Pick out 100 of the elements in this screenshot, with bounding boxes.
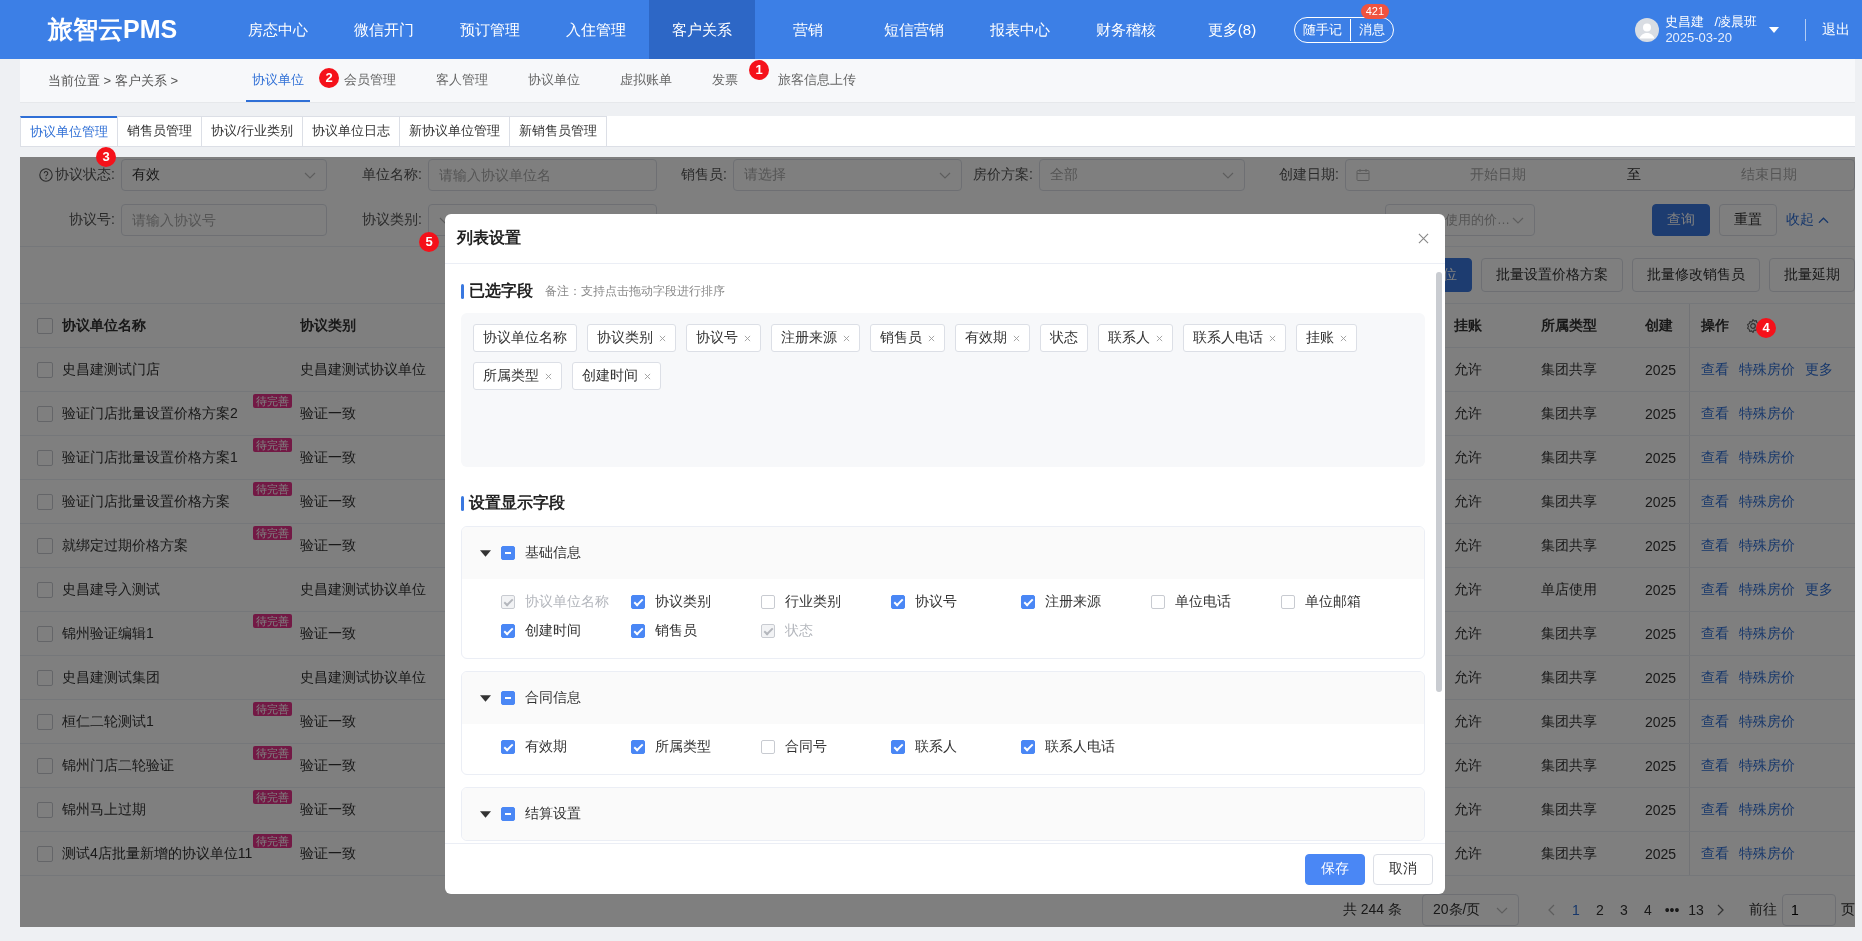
row-action-link[interactable]: 特殊房价: [1739, 536, 1795, 555]
field-chip[interactable]: 所属类型: [473, 362, 562, 390]
logout-link[interactable]: 退出: [1822, 20, 1850, 39]
nav-menu-item[interactable]: 入住管理: [543, 0, 649, 59]
close-icon[interactable]: [843, 334, 850, 342]
field-chip[interactable]: 注册来源: [771, 324, 860, 352]
row-action-link[interactable]: 特殊房价: [1739, 756, 1795, 775]
triangle-down-icon[interactable]: [480, 810, 491, 818]
group-checkbox[interactable]: [501, 546, 515, 560]
field-checkbox[interactable]: [1281, 595, 1295, 609]
page-number[interactable]: 2: [1588, 902, 1612, 918]
nav-menu-item[interactable]: 营销: [755, 0, 861, 59]
row-checkbox[interactable]: [37, 713, 53, 730]
nav-menu-item[interactable]: 客户关系: [649, 0, 755, 59]
row-checkbox[interactable]: [37, 449, 53, 466]
collapse-link[interactable]: 收起: [1786, 211, 1829, 229]
module-tab[interactable]: 旅客信息上传: [772, 59, 862, 102]
row-action-link[interactable]: 特殊房价: [1739, 624, 1795, 643]
chevron-right-icon[interactable]: [1717, 904, 1724, 916]
row-action-link[interactable]: 查看: [1701, 536, 1729, 555]
row-checkbox[interactable]: [37, 669, 53, 686]
row-action-link[interactable]: 特殊房价: [1739, 712, 1795, 731]
close-icon[interactable]: [545, 372, 552, 380]
close-icon[interactable]: [1156, 334, 1163, 342]
module-tab[interactable]: 客人管理: [430, 59, 494, 102]
row-checkbox[interactable]: [37, 537, 53, 554]
field-chip[interactable]: 挂账: [1296, 324, 1357, 352]
triangle-down-icon[interactable]: [480, 694, 491, 702]
row-checkbox[interactable]: [37, 757, 53, 774]
field-checkbox[interactable]: [761, 740, 775, 754]
row-action-link[interactable]: 查看: [1701, 712, 1729, 731]
close-icon[interactable]: [644, 372, 651, 380]
row-action-link[interactable]: 查看: [1701, 360, 1729, 379]
nav-menu-item[interactable]: 短信营销: [861, 0, 967, 59]
row-action-link[interactable]: 查看: [1701, 580, 1729, 599]
close-icon[interactable]: [744, 334, 751, 342]
close-icon[interactable]: [1418, 233, 1429, 244]
field-checkbox[interactable]: [501, 624, 515, 638]
group-checkbox[interactable]: [501, 807, 515, 821]
field-chip[interactable]: 销售员: [870, 324, 945, 352]
field-chip[interactable]: 联系人电话: [1183, 324, 1286, 352]
reset-button[interactable]: 重置: [1719, 204, 1777, 236]
row-action-link[interactable]: 查看: [1701, 492, 1729, 511]
group-checkbox[interactable]: [501, 691, 515, 705]
field-checkbox[interactable]: [891, 595, 905, 609]
field-checkbox[interactable]: [1151, 595, 1165, 609]
row-action-link[interactable]: 更多: [1805, 580, 1833, 599]
close-icon[interactable]: [1013, 334, 1020, 342]
row-action-link[interactable]: 查看: [1701, 624, 1729, 643]
row-action-link[interactable]: 特殊房价: [1739, 404, 1795, 423]
close-icon[interactable]: [1269, 334, 1276, 342]
nav-menu-item[interactable]: 财务稽核: [1073, 0, 1179, 59]
field-chip[interactable]: 协议单位名称: [473, 324, 577, 352]
nav-menu-item[interactable]: 房态中心: [225, 0, 331, 59]
page-number[interactable]: 4: [1636, 902, 1660, 918]
close-icon[interactable]: [1340, 334, 1347, 342]
row-action-link[interactable]: 查看: [1701, 404, 1729, 423]
help-icon[interactable]: [39, 168, 54, 182]
row-action-link[interactable]: 特殊房价: [1739, 580, 1795, 599]
row-action-link[interactable]: 特殊房价: [1739, 800, 1795, 819]
field-checkbox[interactable]: [501, 740, 515, 754]
field-chip[interactable]: 协议号: [686, 324, 761, 352]
row-action-link[interactable]: 更多: [1805, 360, 1833, 379]
chevron-left-icon[interactable]: [1548, 904, 1555, 916]
page-number[interactable]: 13: [1684, 902, 1708, 918]
user-avatar-icon[interactable]: [1635, 17, 1660, 42]
module-tab[interactable]: 会员管理: [338, 59, 402, 102]
row-checkbox[interactable]: [37, 625, 53, 642]
batch-action-button[interactable]: 批量修改销售员: [1632, 258, 1760, 292]
row-action-link[interactable]: 查看: [1701, 756, 1729, 775]
row-checkbox[interactable]: [37, 361, 53, 378]
select-field[interactable]: 有效: [121, 159, 327, 191]
field-chip[interactable]: 联系人: [1098, 324, 1173, 352]
row-checkbox[interactable]: [37, 845, 53, 862]
module-tab[interactable]: 发票: [706, 59, 744, 102]
field-checkbox[interactable]: [631, 624, 645, 638]
batch-action-button[interactable]: 批量设置价格方案: [1481, 258, 1623, 292]
field-chip[interactable]: 状态: [1040, 324, 1088, 352]
dialog-button[interactable]: 取消: [1373, 853, 1433, 885]
close-icon[interactable]: [928, 334, 935, 342]
nav-menu-item[interactable]: 微信开门: [331, 0, 437, 59]
row-action-link[interactable]: 特殊房价: [1739, 360, 1795, 379]
field-checkbox[interactable]: [631, 740, 645, 754]
field-chip[interactable]: 协议类别: [587, 324, 676, 352]
page-input[interactable]: 1: [1782, 894, 1836, 926]
module-tab[interactable]: 协议单位: [246, 59, 310, 102]
row-action-link[interactable]: 特殊房价: [1739, 844, 1795, 863]
field-checkbox[interactable]: [1021, 595, 1035, 609]
search-button[interactable]: 查询: [1652, 204, 1710, 236]
row-checkbox[interactable]: [37, 493, 53, 510]
row-action-link[interactable]: 查看: [1701, 448, 1729, 467]
field-checkbox[interactable]: [761, 595, 775, 609]
page-size-select[interactable]: 20条/页: [1422, 894, 1519, 926]
close-icon[interactable]: [659, 334, 666, 342]
module-tab[interactable]: 协议单位: [522, 59, 586, 102]
row-action-link[interactable]: 查看: [1701, 844, 1729, 863]
dialog-button[interactable]: 保存: [1305, 853, 1365, 885]
nav-menu-item[interactable]: 报表中心: [967, 0, 1073, 59]
field-chip[interactable]: 有效期: [955, 324, 1030, 352]
quick-note-link[interactable]: 随手记: [1295, 18, 1350, 41]
